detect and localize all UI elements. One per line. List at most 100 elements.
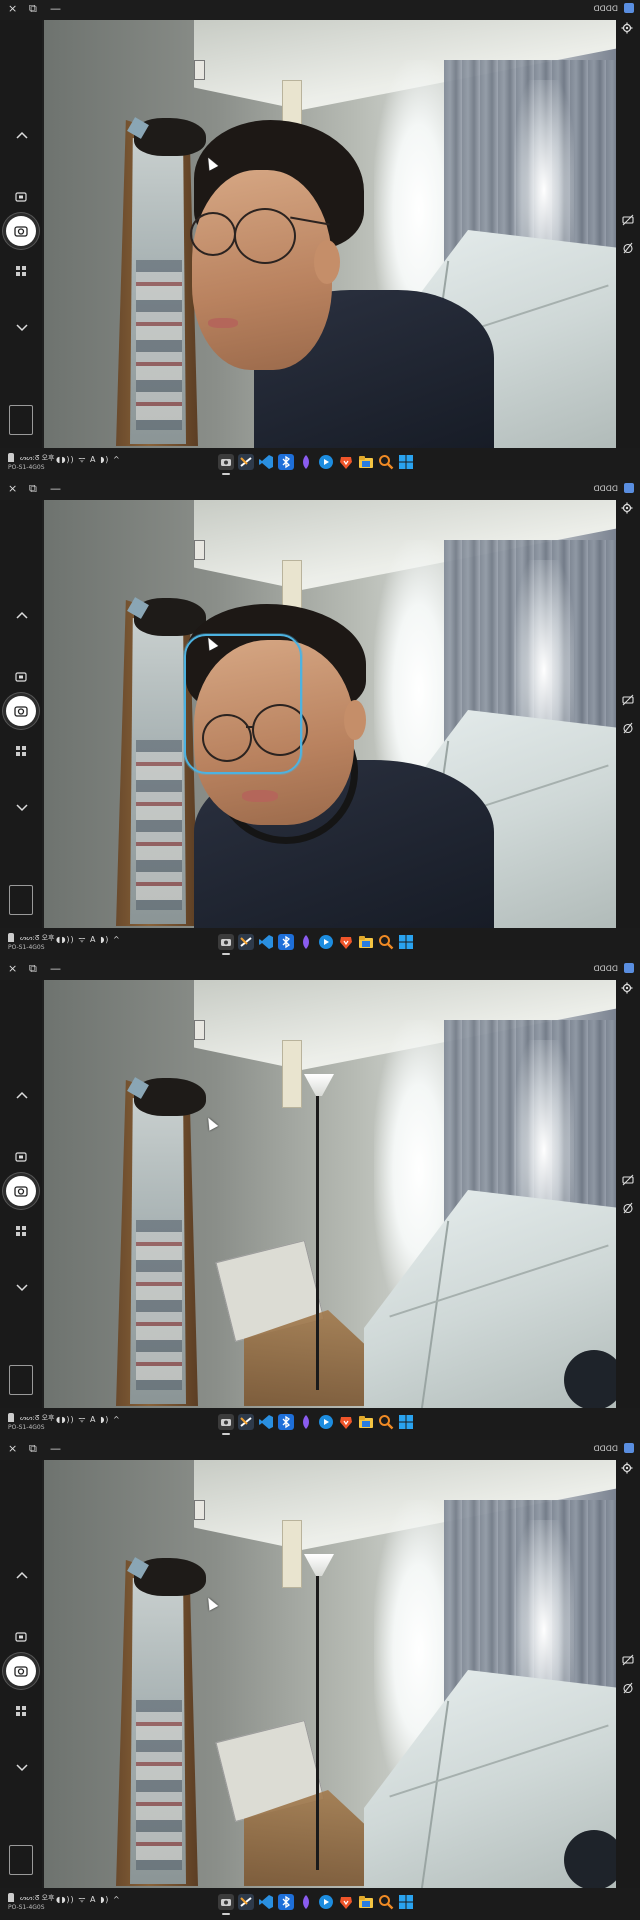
gallery-thumbnail[interactable] [9,1845,33,1875]
camera-app-icon[interactable] [218,454,234,475]
search-icon[interactable] [378,1414,394,1430]
timer-off-icon[interactable] [622,1682,634,1694]
gallery-thumbnail[interactable] [9,885,33,915]
snipping-tool-icon[interactable] [238,934,254,950]
bluetooth-icon[interactable] [278,454,294,470]
feather-app-icon[interactable] [298,934,314,950]
hdr-off-icon[interactable] [622,214,634,226]
hdr-off-icon[interactable] [622,1174,634,1186]
taskbar: ᔕᔕ:ᘔ 오후 PO-S1-4G0S ◖◗)) ᯤ A ◗) ^ [0,1888,640,1920]
timer-off-icon[interactable] [622,1202,634,1214]
taskbar: ᔕᔕ:ᘔ 오후 PO-S1-4G0S ◖◗)) ᯤ A ◗) ^ [0,448,640,480]
close-button[interactable]: × [8,962,17,975]
shutter-button[interactable] [6,1656,36,1686]
device-model: PO-S1-4G0S [8,1424,45,1431]
gear-icon[interactable] [621,982,633,994]
search-icon[interactable] [378,1894,394,1910]
feather-app-icon[interactable] [298,1414,314,1430]
system-tray[interactable]: ◖◗)) ᯤ A ◗) ^ [56,454,121,465]
chevron-down-icon[interactable] [14,323,30,333]
bluetooth-icon[interactable] [278,934,294,950]
system-tray[interactable]: ◖◗)) ᯤ A ◗) ^ [56,1894,121,1905]
bluetooth-icon[interactable] [278,1894,294,1910]
file-explorer-icon[interactable] [358,1894,374,1910]
shutter-button[interactable] [6,696,36,726]
media-player-icon[interactable] [318,1894,334,1910]
brave-browser-icon[interactable] [338,1414,354,1430]
restore-button[interactable]: ⧉ [29,962,37,976]
camera-switch-icon[interactable] [15,1632,27,1642]
media-player-icon[interactable] [318,1414,334,1430]
mode-grid-icon[interactable] [16,1226,26,1236]
system-tray[interactable]: ◖◗)) ᯤ A ◗) ^ [56,934,121,945]
minimize-button[interactable]: — [50,482,61,495]
minimize-button[interactable]: — [50,2,61,15]
file-explorer-icon[interactable] [358,934,374,950]
restore-button[interactable]: ⧉ [29,1442,37,1456]
media-player-icon[interactable] [318,454,334,470]
search-icon[interactable] [378,454,394,470]
vscode-icon[interactable] [258,454,274,470]
brave-browser-icon[interactable] [338,1894,354,1910]
shutter-button[interactable] [6,1176,36,1206]
mode-grid-icon[interactable] [16,266,26,276]
minimize-button[interactable]: — [50,962,61,975]
camera-app-icon[interactable] [218,1414,234,1435]
start-windows-icon[interactable] [398,454,414,470]
vscode-icon[interactable] [258,1414,274,1430]
chevron-down-icon[interactable] [14,1283,30,1293]
gear-icon[interactable] [621,22,633,34]
brave-browser-icon[interactable] [338,454,354,470]
chevron-down-icon[interactable] [14,803,30,813]
camera-app-window-4: × ⧉ — ᗡᗡᗡᗡ ᔕᔕ:ᘔ 오후 PO-S1-4G0S ◖◗)) ᯤ A ◗… [0,1440,640,1920]
camera-switch-icon[interactable] [15,1152,27,1162]
hdr-off-icon[interactable] [622,1654,634,1666]
snipping-tool-icon[interactable] [238,454,254,470]
vscode-icon[interactable] [258,1894,274,1910]
search-icon[interactable] [378,934,394,950]
glasses-left-lens [190,212,236,256]
mode-grid-icon[interactable] [16,1706,26,1716]
feather-app-icon[interactable] [298,1894,314,1910]
chevron-down-icon[interactable] [14,1763,30,1773]
start-windows-icon[interactable] [398,934,414,950]
bluetooth-indicator-icon [624,963,634,973]
camera-app-icon[interactable] [218,934,234,955]
system-tray[interactable]: ◖◗)) ᯤ A ◗) ^ [56,1414,121,1425]
camera-app-icon[interactable] [218,1894,234,1915]
start-windows-icon[interactable] [398,1894,414,1910]
vscode-icon[interactable] [258,934,274,950]
wall-thermostat [282,1040,302,1108]
bluetooth-icon[interactable] [278,1414,294,1430]
hdr-off-icon[interactable] [622,694,634,706]
brave-browser-icon[interactable] [338,934,354,950]
restore-button[interactable]: ⧉ [29,482,37,496]
feather-app-icon[interactable] [298,454,314,470]
snipping-tool-icon[interactable] [238,1414,254,1430]
gallery-thumbnail[interactable] [9,1365,33,1395]
close-button[interactable]: × [8,1442,17,1455]
shutter-button[interactable] [6,216,36,246]
camera-switch-icon[interactable] [15,192,27,202]
close-button[interactable]: × [8,2,17,15]
snipping-tool-icon[interactable] [238,1894,254,1910]
shutter-camera-icon [14,1186,28,1197]
media-player-icon[interactable] [318,934,334,950]
chevron-up-icon[interactable] [14,1090,30,1100]
chevron-up-icon[interactable] [14,610,30,620]
start-windows-icon[interactable] [398,1414,414,1430]
file-explorer-icon[interactable] [358,1414,374,1430]
timer-off-icon[interactable] [622,722,634,734]
timer-off-icon[interactable] [622,242,634,254]
gear-icon[interactable] [621,1462,633,1474]
restore-button[interactable]: ⧉ [29,2,37,16]
gear-icon[interactable] [621,502,633,514]
chevron-up-icon[interactable] [14,130,30,140]
gallery-thumbnail[interactable] [9,405,33,435]
close-button[interactable]: × [8,482,17,495]
file-explorer-icon[interactable] [358,454,374,470]
minimize-button[interactable]: — [50,1442,61,1455]
camera-switch-icon[interactable] [15,672,27,682]
chevron-up-icon[interactable] [14,1570,30,1580]
mode-grid-icon[interactable] [16,746,26,756]
